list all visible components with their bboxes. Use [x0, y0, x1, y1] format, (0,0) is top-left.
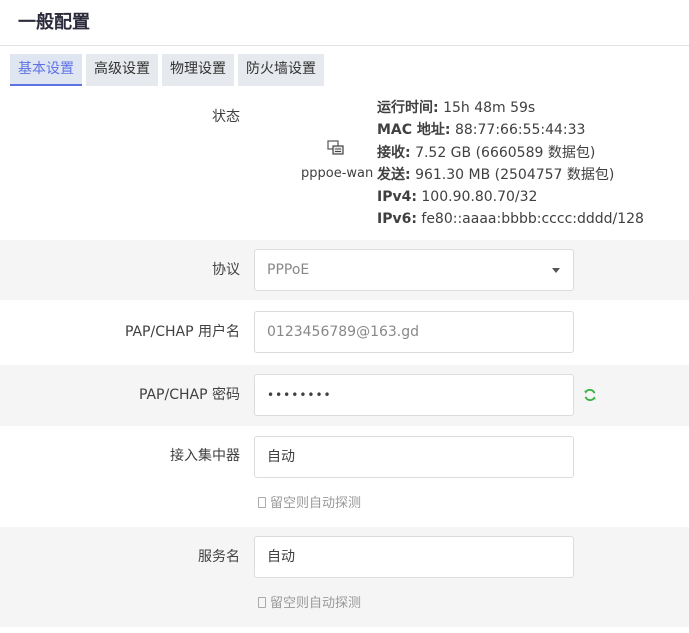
tx-label: 发送: [377, 166, 411, 183]
mac-label: MAC 地址: [377, 122, 451, 139]
mac-line: MAC 地址: 88:77:66:55:44:33 [377, 119, 644, 141]
password-label: PAP/CHAP 密码 [138, 387, 240, 403]
tab-advanced-settings[interactable]: 高级设置 [86, 54, 158, 86]
rx-line: 接收: 7.52 GB (6660589 数据包) [377, 142, 644, 164]
tab-firewall-settings[interactable]: 防火墙设置 [238, 54, 324, 86]
chevron-down-icon [552, 268, 560, 273]
status-label: 状态 [212, 109, 240, 125]
info-icon [258, 497, 266, 508]
tab-physical-settings[interactable]: 物理设置 [162, 54, 234, 86]
ipv4-line: IPv4: 100.90.80.70/32 [377, 186, 644, 208]
rx-label: 接收: [377, 144, 411, 161]
network-interface-icon [327, 140, 344, 155]
service-hint-text: 留空则自动探测 [270, 596, 362, 611]
service-hint: 留空则自动探测 [258, 592, 361, 611]
tx-value: 961.30 MB (2504757 数据包) [415, 166, 615, 183]
tab-bar: 基本设置 高级设置 物理设置 防火墙设置 [10, 54, 328, 87]
service-input[interactable]: 自动 [254, 536, 574, 578]
tab-basic-settings[interactable]: 基本设置 [10, 54, 82, 86]
ipv6-label: IPv6: [377, 211, 417, 228]
uptime-value: 15h 48m 59s [443, 100, 536, 116]
title-divider [0, 45, 689, 46]
username-label: PAP/CHAP 用户名 [124, 324, 240, 340]
uptime-line: 运行时间: 15h 48m 59s [377, 97, 644, 119]
mac-value: 88:77:66:55:44:33 [454, 122, 586, 139]
ipv4-value: 100.90.80.70/32 [421, 189, 538, 206]
tx-line: 发送: 961.30 MB (2504757 数据包) [377, 164, 644, 186]
ipv6-value: fe80::aaaa:bbbb:cccc:dddd/128 [421, 211, 644, 228]
concentrator-label: 接入集中器 [170, 448, 240, 464]
page-title: 一般配置 [18, 12, 90, 33]
status-details: 运行时间: 15h 48m 59s MAC 地址: 88:77:66:55:44… [377, 97, 644, 231]
ipv4-label: IPv4: [377, 189, 417, 206]
username-input[interactable]: 0123456789@163.gd [254, 311, 574, 353]
password-input[interactable]: •••••••• [254, 374, 574, 416]
protocol-label: 协议 [212, 262, 240, 278]
concentrator-hint: 留空则自动探测 [258, 492, 361, 511]
service-label: 服务名 [198, 549, 240, 565]
reveal-password-icon[interactable] [583, 388, 597, 402]
rx-value: 7.52 GB (6660589 数据包) [415, 144, 596, 161]
uptime-label: 运行时间: [377, 100, 439, 116]
concentrator-input[interactable]: 自动 [254, 436, 574, 478]
concentrator-hint-text: 留空则自动探测 [270, 496, 362, 511]
protocol-selected-value: PPPoE [267, 262, 310, 278]
protocol-select[interactable]: PPPoE [254, 249, 574, 291]
info-icon [258, 597, 266, 608]
interface-name: pppoe-wan [301, 166, 374, 181]
ipv6-line: IPv6: fe80::aaaa:bbbb:cccc:dddd/128 [377, 208, 644, 230]
